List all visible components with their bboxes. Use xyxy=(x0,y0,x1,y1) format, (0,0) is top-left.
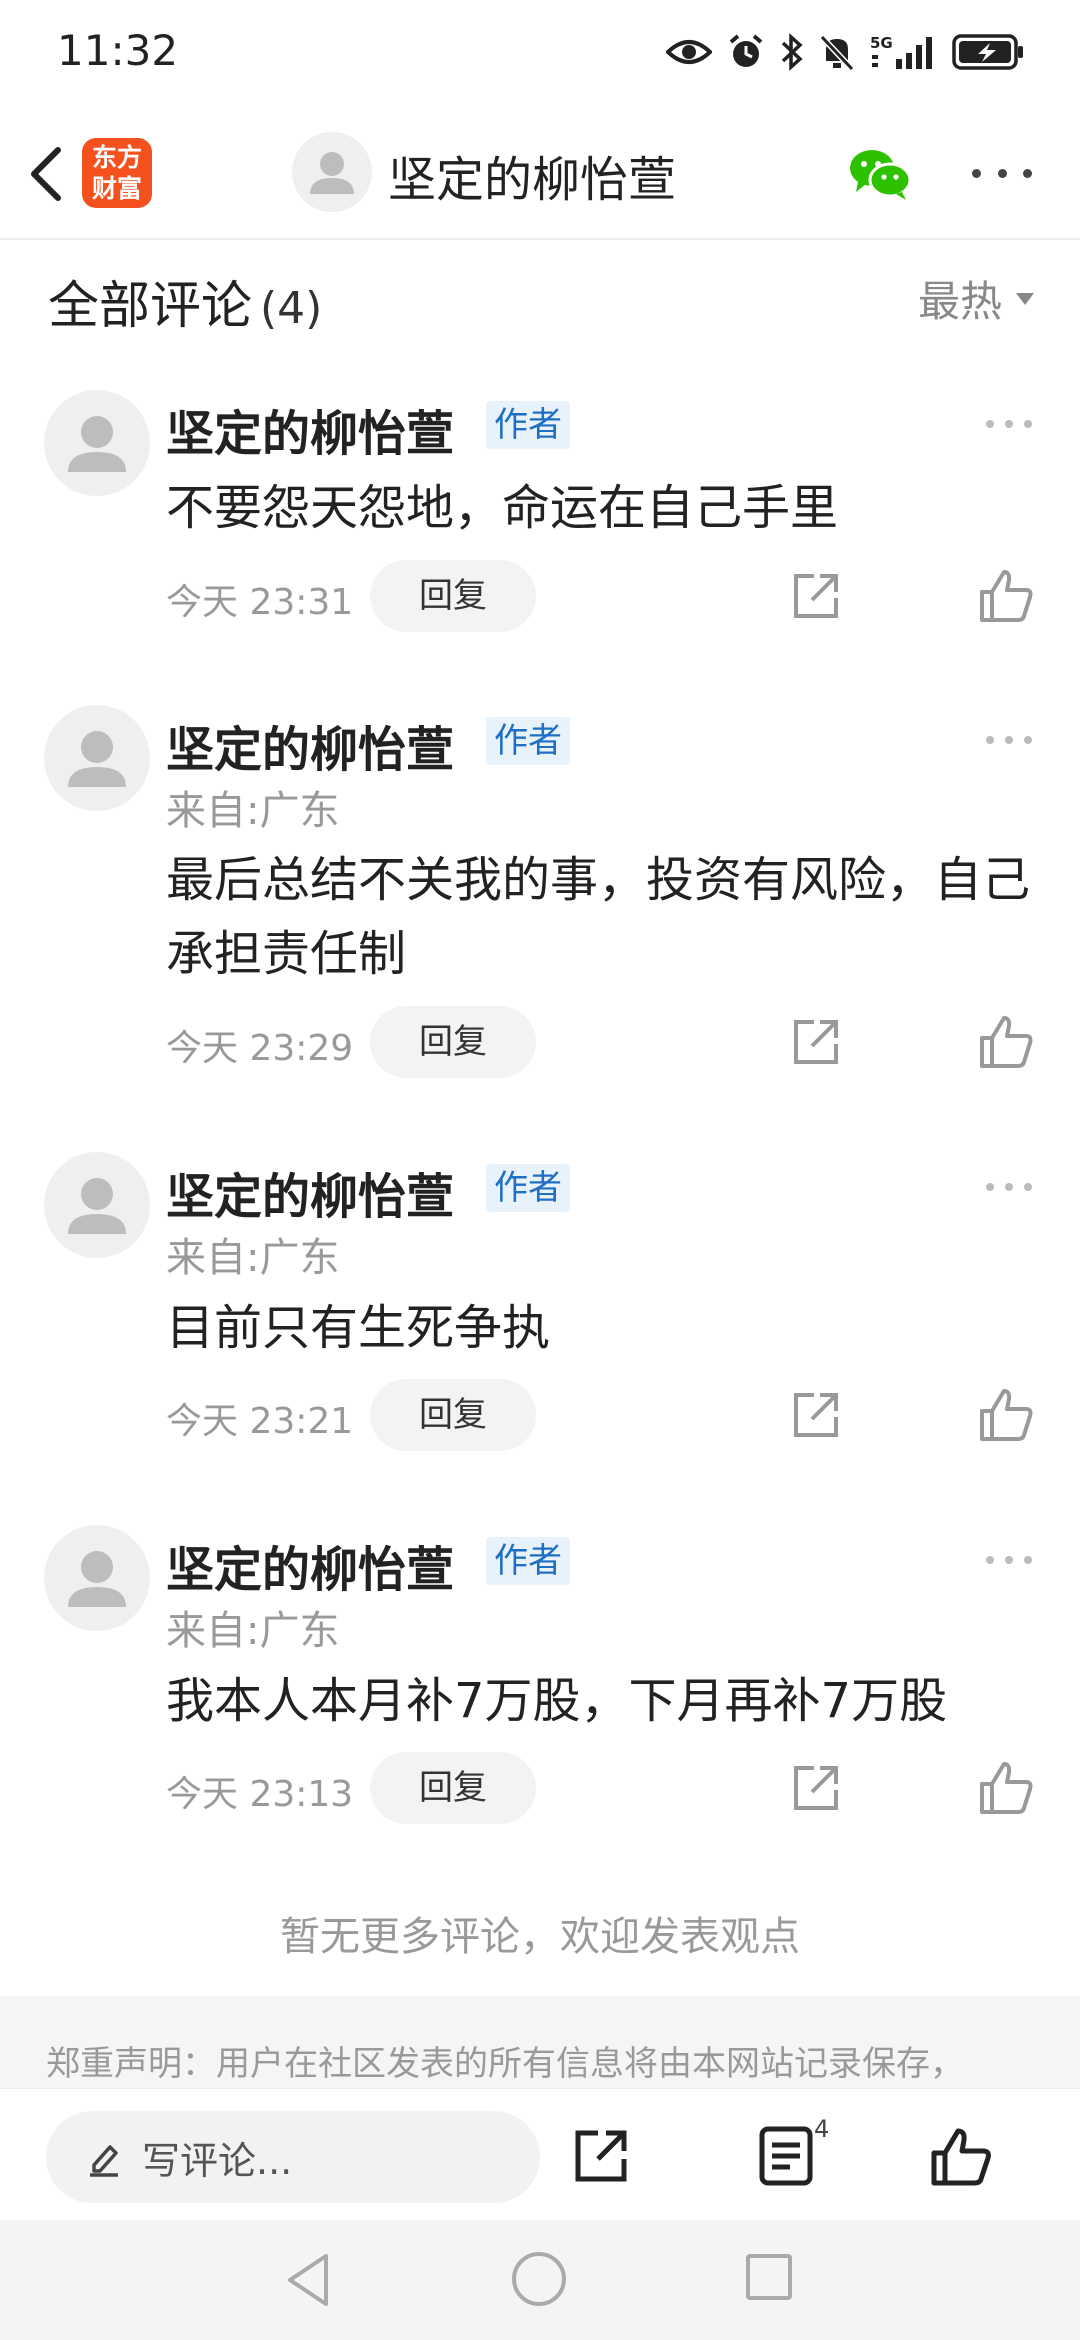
comment-input-placeholder: 写评论... xyxy=(142,2138,293,2183)
share-icon xyxy=(794,1393,838,1437)
default-avatar-icon xyxy=(68,416,126,472)
comment-like-button[interactable] xyxy=(976,1012,1036,1072)
default-avatar-icon xyxy=(68,1551,126,1607)
like-button[interactable] xyxy=(928,2125,994,2189)
comment-time: 今天 23:21 xyxy=(166,1401,354,1442)
status-bar: 11:32 5G xyxy=(0,0,1080,108)
commenter-name[interactable]: 坚定的柳怡萱 xyxy=(166,1530,454,1600)
caret-down-icon xyxy=(1016,292,1034,305)
comment-list-icon xyxy=(759,2126,813,2186)
app-logo-line2: 财富 xyxy=(91,174,142,203)
reply-button[interactable]: 回复 xyxy=(370,560,536,632)
comment-location: 来自:广东 xyxy=(166,1235,340,1281)
default-avatar-icon xyxy=(310,152,354,194)
comment-time: 今天 23:31 xyxy=(166,582,354,623)
comment-like-button[interactable] xyxy=(976,1758,1036,1818)
sort-dropdown[interactable]: 最热 xyxy=(918,268,1034,329)
reply-button[interactable]: 回复 xyxy=(370,1006,536,1078)
author-badge: 作者 xyxy=(486,1164,570,1212)
disclaimer-area: 郑重声明：用户在社区发表的所有信息将由本网站记录保存， xyxy=(0,1996,1080,2088)
author-badge: 作者 xyxy=(486,1537,570,1585)
default-avatar-icon xyxy=(68,1178,126,1234)
avatar[interactable] xyxy=(44,1152,150,1258)
app-logo-line1: 东方 xyxy=(91,143,142,172)
thumbs-up-icon xyxy=(980,570,1033,622)
share-icon xyxy=(794,1020,838,1064)
comments-header: 全部评论 (4) xyxy=(48,264,322,338)
avatar[interactable] xyxy=(44,705,150,811)
sort-label: 最热 xyxy=(917,277,1002,326)
mute-icon xyxy=(820,34,854,71)
title-avatar[interactable] xyxy=(292,132,372,212)
status-icons: 5G xyxy=(666,28,1024,76)
wechat-share-button[interactable] xyxy=(848,146,912,202)
svg-text:5G: 5G xyxy=(870,34,893,52)
thumbs-up-icon xyxy=(980,1762,1033,1814)
chevron-left-icon xyxy=(31,147,61,201)
disclaimer-text: 郑重声明：用户在社区发表的所有信息将由本网站记录保存， xyxy=(46,2044,964,2084)
bluetooth-icon xyxy=(781,33,803,71)
bottom-action-bar: 写评论... 4 xyxy=(0,2088,1080,2220)
eye-icon xyxy=(666,40,712,64)
reply-button[interactable]: 回复 xyxy=(370,1752,536,1824)
share-button[interactable] xyxy=(572,2127,630,2185)
avatar[interactable] xyxy=(44,390,150,496)
share-icon xyxy=(794,574,838,618)
app-logo[interactable]: 东方 财富 xyxy=(82,138,152,208)
comment-like-button[interactable] xyxy=(976,566,1036,626)
battery-charging-icon xyxy=(952,34,1023,70)
comment-share-button[interactable] xyxy=(788,568,844,624)
system-navigation-bar xyxy=(0,2220,1080,2340)
comments-count: (4) xyxy=(260,283,323,334)
author-badge: 作者 xyxy=(486,401,570,449)
comment-list-button[interactable] xyxy=(756,2125,816,2187)
system-back-button[interactable] xyxy=(282,2250,332,2310)
comment-time: 今天 23:13 xyxy=(166,1774,354,1815)
comment-text: 最后总结不关我的事，投资有风险，自己承担责任制 xyxy=(166,852,1031,982)
comment-share-button[interactable] xyxy=(788,1387,844,1443)
5g-signal-icon: 5G xyxy=(870,34,932,69)
title-bar: 东方 财富 坚定的柳怡萱 xyxy=(0,108,1080,240)
comment-text: 我本人本月补7万股，下月再补7万股 xyxy=(166,1673,948,1729)
comment-more-button[interactable] xyxy=(986,1177,1032,1197)
author-badge: 作者 xyxy=(486,717,570,765)
back-button[interactable] xyxy=(20,142,80,206)
commenter-name[interactable]: 坚定的柳怡萱 xyxy=(166,1157,454,1227)
thumbs-up-icon xyxy=(980,1389,1033,1441)
page-title: 坚定的柳怡萱 xyxy=(388,152,677,208)
thumbs-up-icon xyxy=(980,1016,1033,1068)
comment-more-button[interactable] xyxy=(986,414,1032,434)
comment-share-button[interactable] xyxy=(788,1014,844,1070)
alarm-icon xyxy=(729,34,763,67)
reply-button[interactable]: 回复 xyxy=(370,1379,536,1451)
more-options-button[interactable] xyxy=(972,148,1032,198)
system-recents-button[interactable] xyxy=(746,2254,792,2300)
comment-more-button[interactable] xyxy=(986,1550,1032,1570)
system-home-button[interactable] xyxy=(512,2252,566,2306)
comment-location: 来自:广东 xyxy=(166,1608,340,1654)
comments-title: 全部评论 xyxy=(48,277,253,336)
default-avatar-icon xyxy=(68,731,126,787)
share-icon xyxy=(575,2130,627,2182)
comment-count-badge: 4 xyxy=(814,2115,830,2143)
comment-time: 今天 23:29 xyxy=(166,1028,354,1069)
pencil-icon xyxy=(90,2145,118,2177)
comment-share-button[interactable] xyxy=(788,1760,844,1816)
triangle-back-icon xyxy=(288,2254,328,2306)
comment-location: 来自:广东 xyxy=(166,788,340,834)
thumbs-up-icon xyxy=(931,2128,991,2186)
comment-like-button[interactable] xyxy=(976,1385,1036,1445)
comment-more-button[interactable] xyxy=(986,730,1032,750)
comment-text: 目前只有生死争执 xyxy=(166,1300,551,1356)
write-comment-input[interactable]: 写评论... xyxy=(46,2111,540,2203)
comment-text: 不要怨天怨地，命运在自己手里 xyxy=(166,480,839,536)
wechat-icon xyxy=(850,150,912,200)
status-time: 11:32 xyxy=(57,26,179,75)
no-more-comments: 暂无更多评论，欢迎发表观点 xyxy=(280,1914,800,1960)
share-icon xyxy=(794,1766,838,1810)
commenter-name[interactable]: 坚定的柳怡萱 xyxy=(166,394,454,464)
avatar[interactable] xyxy=(44,1525,150,1631)
commenter-name[interactable]: 坚定的柳怡萱 xyxy=(166,710,454,780)
